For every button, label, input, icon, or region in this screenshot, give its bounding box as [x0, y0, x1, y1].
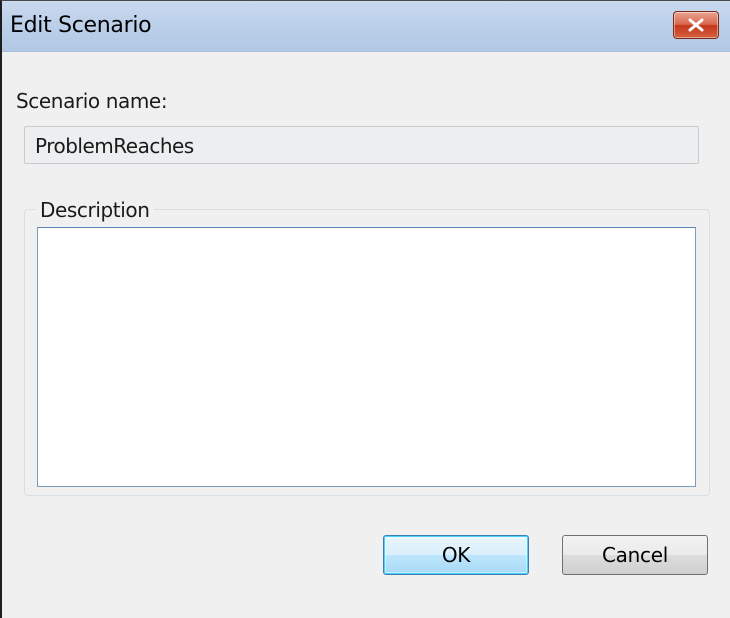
description-textarea[interactable] [37, 227, 696, 487]
description-legend: Description [36, 198, 154, 222]
window-title: Edit Scenario [10, 13, 152, 38]
cancel-button[interactable]: Cancel [562, 535, 708, 575]
scenario-name-label: Scenario name: [16, 89, 168, 113]
edit-scenario-dialog: Edit Scenario Scenario name: ProblemReac… [0, 0, 730, 618]
scenario-name-field: ProblemReaches [24, 126, 699, 164]
title-bar: Edit Scenario [2, 1, 730, 52]
ok-button[interactable]: OK [383, 535, 529, 575]
close-icon [688, 18, 704, 32]
close-button[interactable] [673, 11, 719, 39]
